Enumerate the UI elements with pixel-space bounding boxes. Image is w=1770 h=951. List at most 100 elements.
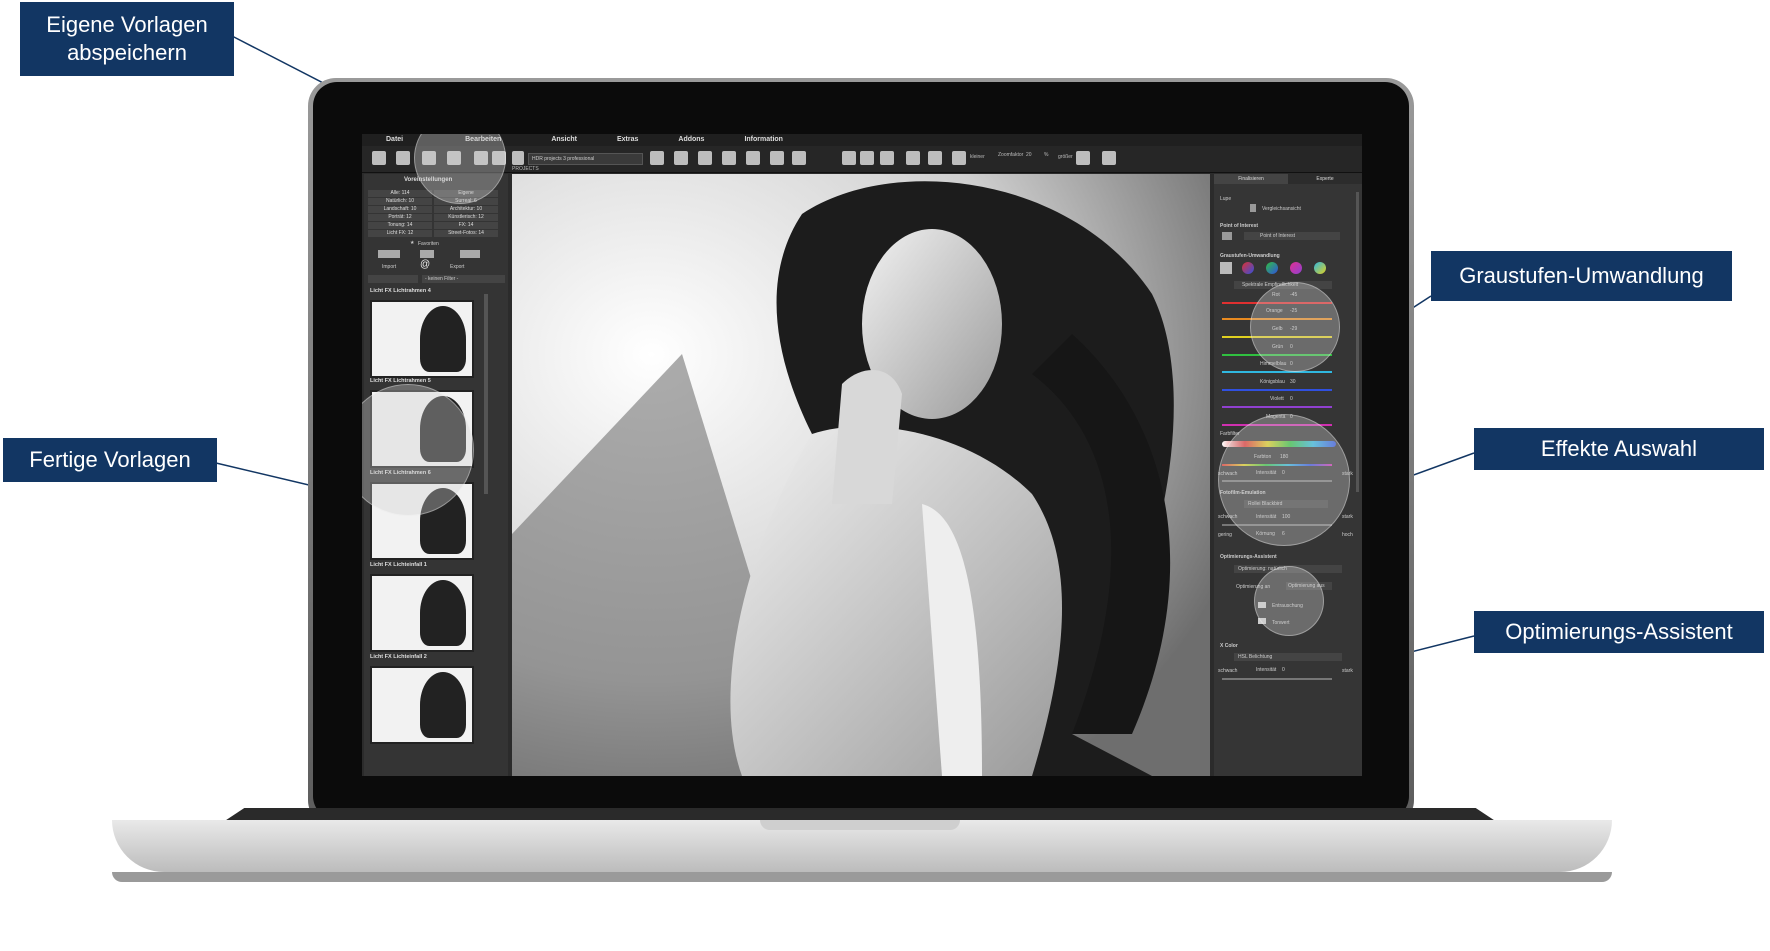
- preset-select[interactable]: HDR projects 3 professional: [528, 153, 643, 165]
- compare-icon[interactable]: [860, 151, 874, 165]
- channel-label: Königsblau: [1260, 379, 1285, 385]
- xcolor-slider[interactable]: [1222, 678, 1332, 680]
- category-cell[interactable]: Künstlerisch: 12: [434, 214, 498, 221]
- schwach-label: schwach: [1218, 668, 1238, 674]
- preset-name: Licht FX Lichtrahmen 4: [370, 288, 431, 294]
- category-cell[interactable]: Alle: 114: [368, 190, 432, 197]
- tool-icon-3[interactable]: [698, 151, 712, 165]
- projects-icon[interactable]: [512, 151, 524, 165]
- zoom-value[interactable]: 20: [1026, 152, 1032, 158]
- category-cell[interactable]: Natürlich: 10: [368, 198, 432, 205]
- tool-icon-2[interactable]: [674, 151, 688, 165]
- star-icon[interactable]: ★: [410, 240, 414, 246]
- tool-icon-5[interactable]: [746, 151, 760, 165]
- stark-label: stark: [1342, 514, 1353, 520]
- channel-slider[interactable]: [1222, 371, 1332, 373]
- export-button[interactable]: Export: [450, 264, 464, 270]
- new-file-icon[interactable]: [372, 151, 386, 165]
- image-canvas[interactable]: [512, 174, 1210, 776]
- callout-text: Eigene Vorlagen abspeichern: [46, 12, 208, 65]
- category-cell[interactable]: Street-Fotos: 14: [434, 230, 498, 237]
- mirror-icon[interactable]: [906, 151, 920, 165]
- preset-name: Licht FX Lichtrahmen 5: [370, 378, 431, 384]
- list-view-icon[interactable]: [420, 250, 434, 258]
- open-icon[interactable]: [396, 151, 410, 165]
- channel-value[interactable]: 30: [1290, 379, 1296, 385]
- hsl-select[interactable]: HSL Belichtung: [1234, 653, 1342, 661]
- tab-experte[interactable]: Experte: [1288, 174, 1362, 184]
- category-cell[interactable]: Landschaft: 10: [368, 206, 432, 213]
- reset-icon[interactable]: [1222, 232, 1232, 240]
- preset-name: Licht FX Lichteinfall 1: [370, 562, 427, 568]
- channel-slider[interactable]: [1222, 406, 1332, 408]
- hsl-mode-icon[interactable]: [1266, 262, 1278, 274]
- channel-slider[interactable]: [1222, 389, 1332, 391]
- zoom-in-icon[interactable]: [1076, 151, 1090, 165]
- preset-name: Licht FX Lichteinfall 2: [370, 654, 427, 660]
- import-button[interactable]: Import: [382, 264, 396, 270]
- menu-information[interactable]: Information: [744, 134, 783, 146]
- rgb-mode-icon[interactable]: [1242, 262, 1254, 274]
- highlight-circle: [1254, 566, 1324, 636]
- at-icon[interactable]: @: [420, 259, 430, 270]
- callout-eigene-vorlagen: Eigene Vorlagen abspeichern: [20, 2, 234, 76]
- tab-finalisieren[interactable]: Finalisieren: [1214, 174, 1288, 184]
- laptop-foot: [112, 872, 1612, 882]
- channel-label: Violett: [1270, 396, 1284, 402]
- add-preset-icon[interactable]: [460, 250, 480, 258]
- grid-view-icon[interactable]: [378, 250, 400, 258]
- menu-bar: Datei Bearbeiten Ansicht Extras Addons I…: [362, 134, 1362, 146]
- preset-thumbnail[interactable]: [370, 574, 474, 652]
- category-cell[interactable]: Tonung: 14: [368, 222, 432, 229]
- xcolor-title: X Color: [1220, 643, 1238, 649]
- preset-thumbnail[interactable]: [370, 666, 474, 744]
- tool-icon-1[interactable]: [650, 151, 664, 165]
- preset-scrollbar[interactable]: [484, 294, 488, 494]
- preset-thumbnail[interactable]: [370, 300, 474, 378]
- intensitaet-label: Intensität: [1256, 667, 1277, 673]
- poi-title: Point of Interest: [1220, 223, 1259, 229]
- zoom-out-icon[interactable]: [952, 151, 966, 165]
- callout-effekte: Effekte Auswahl: [1474, 428, 1764, 470]
- vergleich-label: Vergleichsansicht: [1262, 206, 1301, 212]
- tool-icon-4[interactable]: [722, 151, 736, 165]
- category-cell[interactable]: FX: 14: [434, 222, 498, 229]
- app-window: Datei Bearbeiten Ansicht Extras Addons I…: [362, 134, 1362, 776]
- callout-text: Graustufen-Umwandlung: [1459, 263, 1704, 288]
- tool-icon-6[interactable]: [770, 151, 784, 165]
- histogram-icon[interactable]: [792, 151, 806, 165]
- menu-addons[interactable]: Addons: [678, 134, 704, 146]
- xcolor-intensitaet-value[interactable]: 0: [1282, 667, 1285, 673]
- split-icon[interactable]: [928, 151, 942, 165]
- stark-label: stark: [1342, 668, 1353, 674]
- category-cell[interactable]: Licht FX: 12: [368, 230, 432, 237]
- groesser-label: größer: [1058, 154, 1073, 160]
- menu-ansicht[interactable]: Ansicht: [551, 134, 577, 146]
- callout-text: Optimierungs-Assistent: [1505, 619, 1733, 644]
- callout-fertige-vorlagen: Fertige Vorlagen: [3, 438, 217, 482]
- lab-mode-icon[interactable]: [1314, 262, 1326, 274]
- graustufen-title: Graustufen-Umwandlung: [1220, 253, 1280, 259]
- channel-value[interactable]: 0: [1290, 396, 1293, 402]
- zoom-unit: %: [1044, 152, 1049, 158]
- rotate-icon[interactable]: [880, 151, 894, 165]
- poi-button[interactable]: Point of Interest: [1244, 232, 1340, 240]
- lupe-label[interactable]: Lupe: [1220, 196, 1231, 202]
- vergleich-toggle[interactable]: [1250, 204, 1256, 212]
- menu-datei[interactable]: Datei: [386, 134, 403, 146]
- menu-extras[interactable]: Extras: [617, 134, 638, 146]
- photo-image: [512, 174, 1210, 776]
- category-cell[interactable]: Porträt: 12: [368, 214, 432, 221]
- eye-icon[interactable]: [842, 151, 856, 165]
- rgb-filter-icon[interactable]: [1290, 262, 1302, 274]
- grayscale-mode-icon[interactable]: [1220, 262, 1232, 274]
- crop-icon[interactable]: [1102, 151, 1116, 165]
- panel-scrollbar[interactable]: [1356, 192, 1359, 492]
- filter-select[interactable]: - keinen Filter -: [422, 275, 505, 283]
- highlight-circle: [1250, 282, 1340, 372]
- favoriten-label[interactable]: Favoriten: [418, 241, 439, 247]
- hoch-label: hoch: [1342, 532, 1353, 538]
- category-cell[interactable]: Architektur: 10: [434, 206, 498, 213]
- search-input[interactable]: [368, 275, 418, 283]
- callout-text: Effekte Auswahl: [1540, 436, 1698, 461]
